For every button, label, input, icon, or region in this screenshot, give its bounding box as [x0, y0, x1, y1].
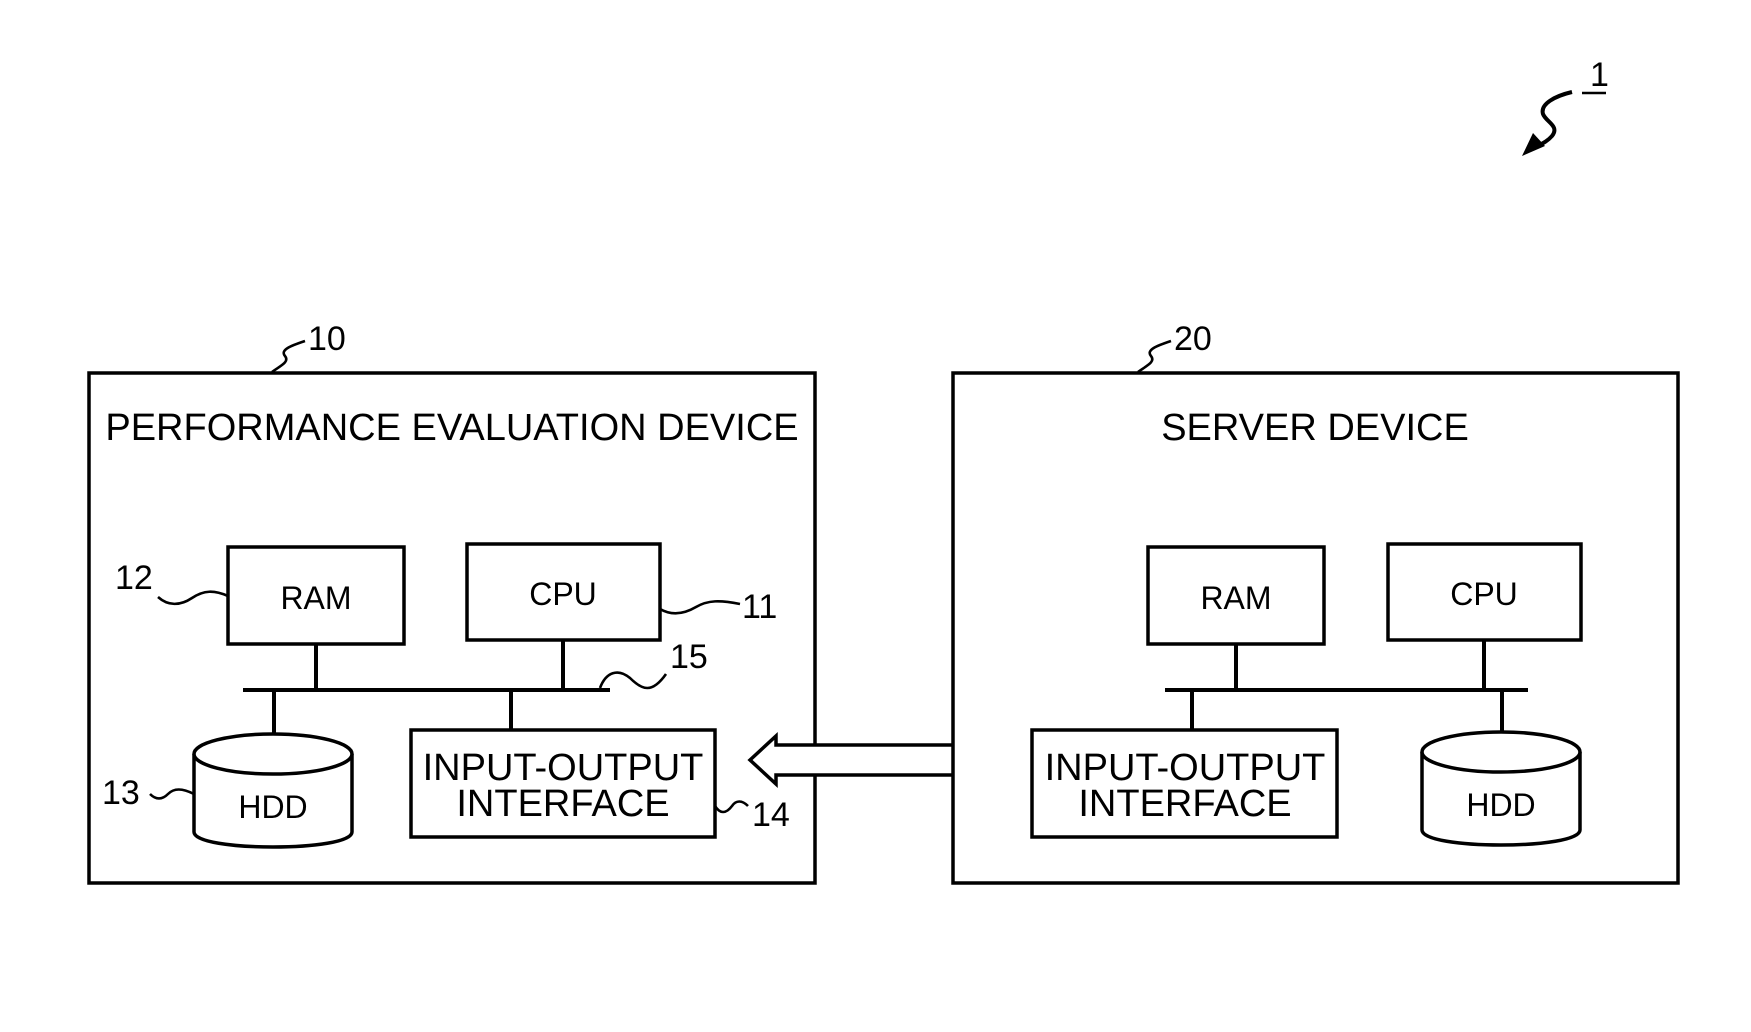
hdd-cylinder: HDD	[192, 732, 354, 849]
hdd-top	[1420, 730, 1582, 774]
device-title: SERVER DEVICE	[1161, 407, 1469, 449]
io-label-line2: INTERFACE	[456, 783, 669, 825]
ram-label: RAM	[280, 580, 351, 616]
hdd-ref-label: 13	[102, 774, 140, 812]
device-ref-label: 20	[1174, 320, 1212, 358]
hdd-cylinder: HDD	[1420, 730, 1582, 847]
io-ref-label: 14	[752, 796, 790, 834]
cpu-label: CPU	[1450, 576, 1518, 612]
device-ref-label: 10	[308, 320, 346, 358]
system-diagram: 1 10 PERFORMANCE EVALUATION DEVICE RAM 1…	[87, 56, 1680, 885]
arrow-head-icon	[1522, 133, 1545, 156]
bus-ref-label: 15	[670, 638, 708, 676]
io-label-line2: INTERFACE	[1078, 783, 1291, 825]
cpu-ref-label: 11	[742, 588, 777, 626]
ram-label: RAM	[1200, 580, 1271, 616]
ref-leader-10	[271, 339, 306, 374]
system-reference: 1	[1522, 56, 1609, 156]
device-title: PERFORMANCE EVALUATION DEVICE	[105, 407, 798, 449]
cpu-label: CPU	[529, 576, 597, 612]
hdd-label: HDD	[238, 789, 307, 825]
system-ref-label: 1	[1590, 56, 1609, 94]
hdd-label: HDD	[1466, 787, 1535, 823]
performance-evaluation-device: 10 PERFORMANCE EVALUATION DEVICE RAM 12 …	[87, 320, 817, 885]
ram-ref-label: 12	[115, 559, 153, 597]
server-device: 20 SERVER DEVICE RAM CPU INPUT-OUTPUT IN…	[951, 320, 1680, 885]
ref-leader-20	[1137, 339, 1172, 374]
hdd-top	[192, 732, 354, 776]
